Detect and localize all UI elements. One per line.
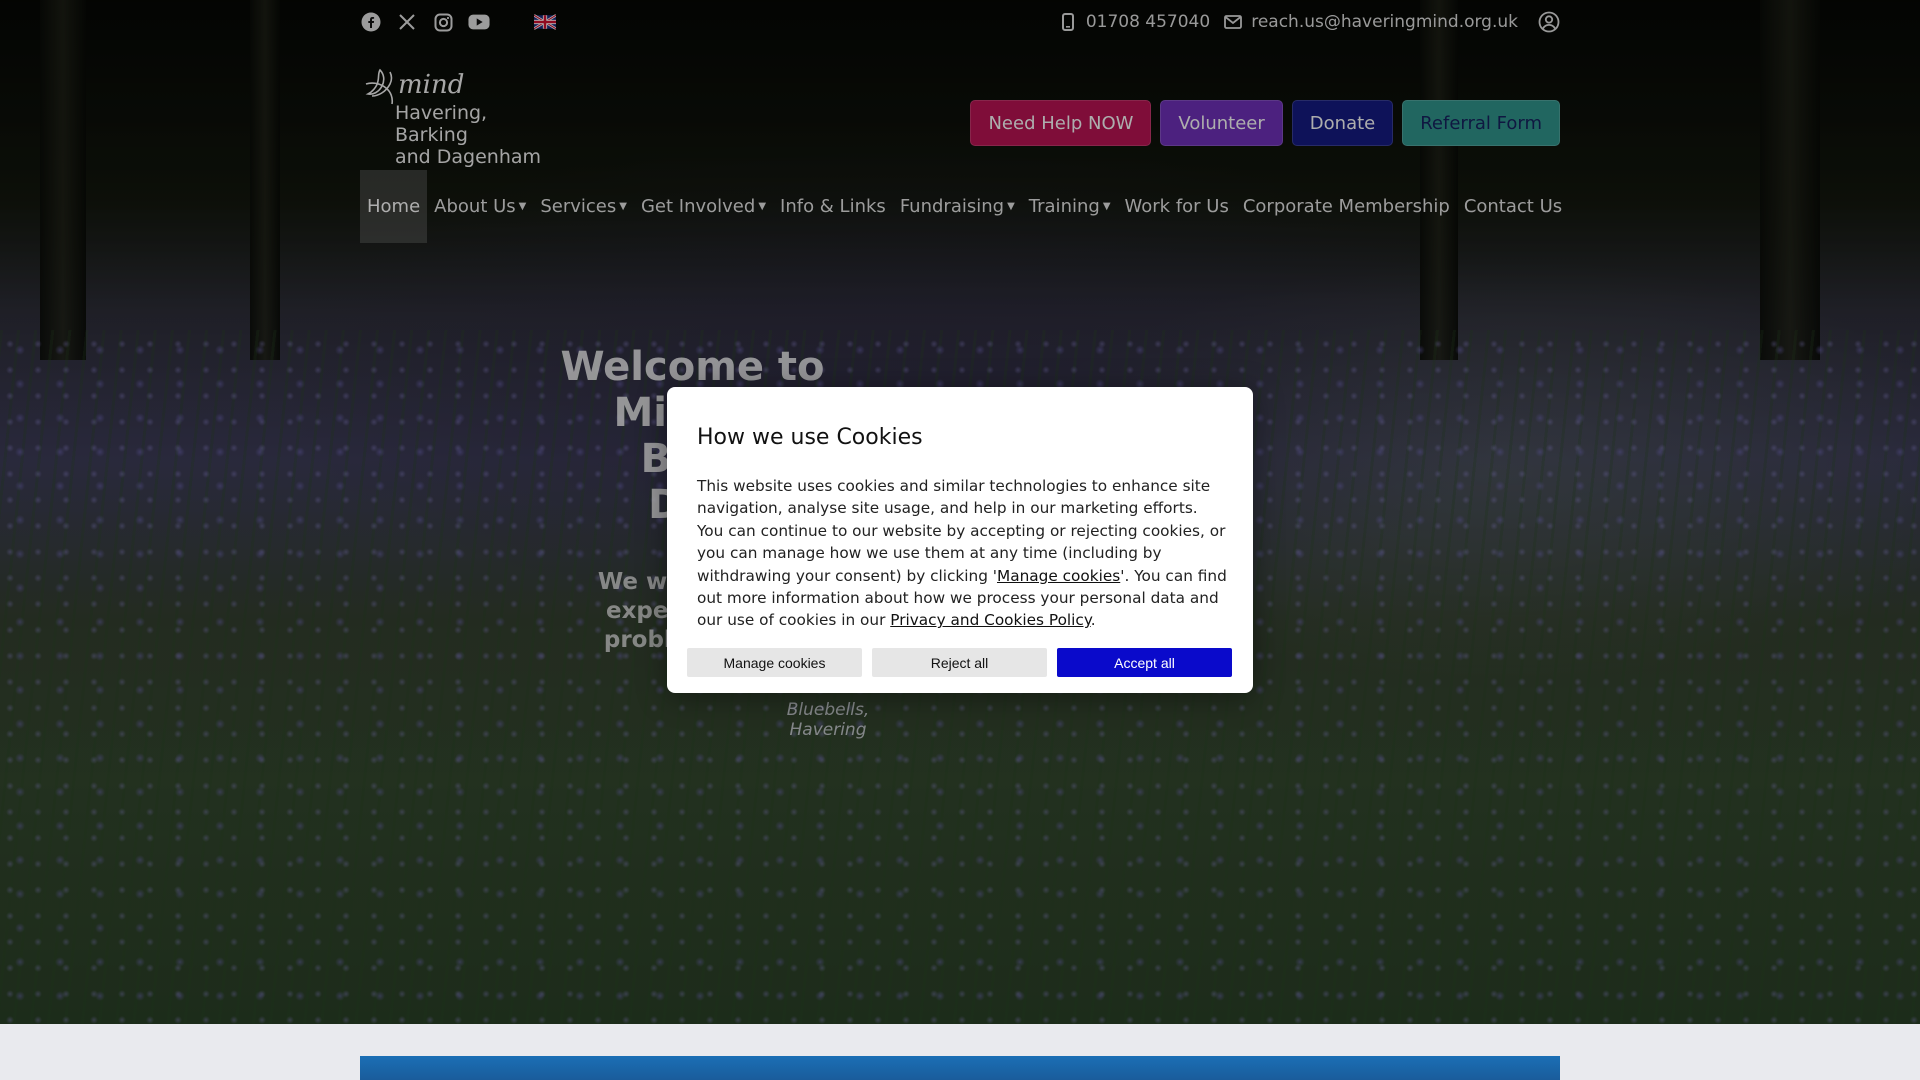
manage-cookies-button[interactable]: Manage cookies: [687, 648, 862, 677]
privacy-cookies-policy-link[interactable]: Privacy and Cookies Policy: [890, 611, 1090, 629]
content-banner: [360, 1056, 1560, 1080]
accept-all-button[interactable]: Accept all: [1057, 648, 1232, 677]
cookie-dialog-title: How we use Cookies: [697, 425, 923, 450]
cookie-dialog-text: This website uses cookies and similar te…: [697, 477, 1227, 630]
cookie-consent-dialog: How we use Cookies This website uses coo…: [667, 387, 1253, 693]
manage-cookies-link[interactable]: Manage cookies: [997, 567, 1120, 585]
content-section-start: [0, 1024, 1920, 1080]
cookie-dialog-buttons: Manage cookies Reject all Accept all: [687, 648, 1232, 677]
reject-all-button[interactable]: Reject all: [872, 648, 1047, 677]
